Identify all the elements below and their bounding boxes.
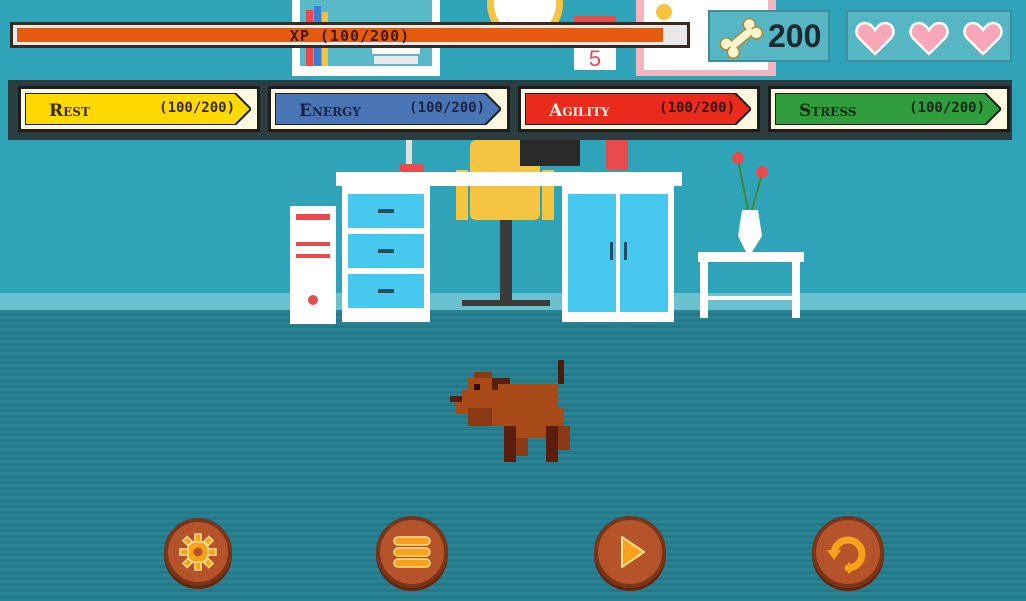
bone-icon	[719, 17, 764, 59]
stat-agility-value: (100/200)	[659, 100, 735, 116]
stat-rest-value: (100/200)	[159, 100, 235, 116]
pet-dog[interactable]	[450, 360, 576, 462]
xp-label: XP (100/200)	[289, 27, 411, 45]
stat-agility-label: Agility	[549, 101, 610, 121]
stats-panel: Rest (100/200) Energy (100/200) Agility …	[8, 80, 1012, 140]
stat-agility: Agility (100/200)	[518, 86, 760, 132]
heart-icon	[963, 21, 1003, 56]
calendar-day: 5	[589, 46, 601, 71]
menu-icon	[393, 536, 431, 568]
gear-icon	[179, 533, 217, 571]
stat-stress-label: Stress	[799, 101, 857, 121]
settings-button[interactable]	[164, 518, 232, 586]
bones-counter: 200	[708, 10, 830, 62]
stat-energy: Energy (100/200)	[268, 86, 510, 132]
restart-button[interactable]	[812, 516, 884, 588]
stat-rest-label: Rest	[49, 101, 90, 121]
play-icon	[621, 536, 645, 568]
heart-icon	[909, 21, 949, 56]
stat-energy-value: (100/200)	[409, 100, 485, 116]
stat-energy-label: Energy	[299, 101, 361, 121]
play-button[interactable]	[594, 516, 666, 588]
bones-count: 200	[768, 18, 822, 54]
stat-stress-value: (100/200)	[909, 100, 985, 116]
lives-hearts	[846, 10, 1012, 62]
menu-button[interactable]	[376, 516, 448, 588]
stat-stress: Stress (100/200)	[768, 86, 1010, 132]
stat-rest: Rest (100/200)	[18, 86, 260, 132]
restart-icon	[827, 536, 866, 574]
xp-bar: XP (100/200)	[10, 22, 690, 48]
heart-icon	[855, 21, 895, 56]
